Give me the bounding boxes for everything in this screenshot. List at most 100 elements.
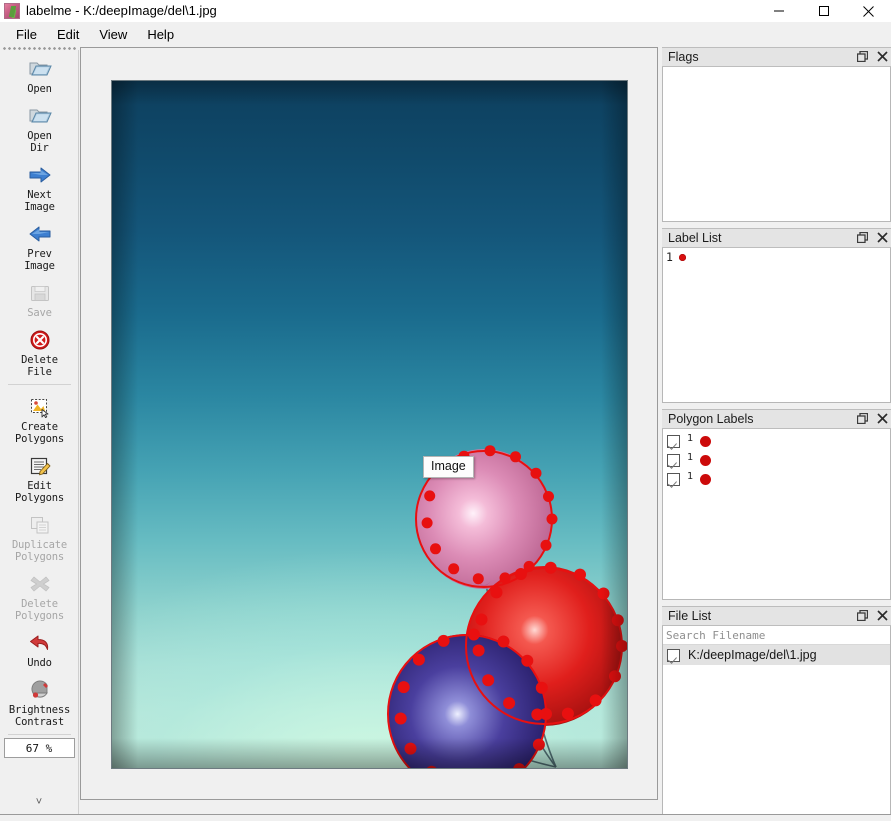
tool-label: Prev Image bbox=[24, 248, 55, 272]
image-frame: Image bbox=[112, 81, 627, 768]
tool-label: Brightness Contrast bbox=[9, 704, 70, 728]
table-row[interactable]: 1 bbox=[663, 451, 890, 470]
delete-polygons-icon bbox=[27, 571, 53, 597]
label-name: 1 bbox=[687, 471, 693, 482]
tool-edit-polygons[interactable]: Edit Polygons bbox=[0, 447, 79, 506]
window-title: labelme - K:/deepImage/del\1.jpg bbox=[26, 2, 217, 20]
table-row[interactable]: 1 bbox=[663, 432, 890, 451]
edit-polygons-icon bbox=[27, 453, 53, 479]
label-color-dot bbox=[700, 436, 711, 447]
search-input[interactable]: Search Filename bbox=[663, 626, 890, 645]
file-path: K:/deepImage/del\1.jpg bbox=[688, 648, 817, 662]
menu-bar: File Edit View Help bbox=[0, 22, 891, 46]
row-checkbox[interactable] bbox=[667, 454, 680, 467]
tool-duplicate-polygons: Duplicate Polygons bbox=[0, 506, 79, 565]
label-name: 1 bbox=[666, 250, 673, 264]
row-checkbox[interactable] bbox=[667, 435, 680, 448]
left-toolbar: Open Open Dir Next Image bbox=[0, 50, 79, 815]
brightness-contrast-icon bbox=[27, 677, 53, 703]
toolbar-separator bbox=[8, 384, 71, 385]
status-bar bbox=[0, 814, 891, 821]
panel-flags-header: Flags bbox=[662, 47, 891, 67]
image-tooltip: Image bbox=[423, 456, 474, 478]
close-icon[interactable] bbox=[846, 0, 891, 22]
tool-label: Open Dir bbox=[27, 130, 52, 154]
toolbar-overflow-chevron-down-icon[interactable]: ˅ bbox=[0, 797, 78, 807]
labelme-icon bbox=[4, 3, 20, 19]
row-checkbox[interactable] bbox=[667, 473, 680, 486]
title-bar: labelme - K:/deepImage/del\1.jpg bbox=[0, 0, 891, 22]
labelme-window: labelme - K:/deepImage/del\1.jpg File Ed… bbox=[0, 0, 891, 821]
delete-file-icon bbox=[27, 327, 53, 353]
menu-help[interactable]: Help bbox=[137, 24, 184, 45]
panel-polygon-labels-header: Polygon Labels bbox=[662, 409, 891, 429]
label-name: 1 bbox=[687, 452, 693, 463]
label-name: 1 bbox=[687, 433, 693, 444]
tool-brightness-contrast[interactable]: Brightness Contrast bbox=[0, 671, 79, 730]
zoom-level-input[interactable]: 67 % bbox=[4, 738, 75, 758]
panel-file-list-header: File List bbox=[662, 606, 891, 626]
panel-label-list-header: Label List bbox=[662, 228, 891, 248]
menu-edit[interactable]: Edit bbox=[47, 24, 89, 45]
float-panel-icon[interactable] bbox=[857, 49, 868, 67]
search-placeholder: Search Filename bbox=[666, 629, 765, 642]
menu-view[interactable]: View bbox=[89, 24, 137, 45]
tool-open[interactable]: Open bbox=[0, 50, 79, 97]
table-row[interactable]: 1 bbox=[663, 470, 890, 489]
arrow-right-icon bbox=[27, 162, 53, 188]
open-dir-icon bbox=[27, 103, 53, 129]
tool-label: Next Image bbox=[24, 189, 55, 213]
close-panel-icon[interactable] bbox=[877, 608, 888, 626]
tool-create-polygons[interactable]: Create Polygons bbox=[0, 388, 79, 447]
annotation-overlay[interactable] bbox=[112, 81, 627, 768]
arrow-left-icon bbox=[27, 221, 53, 247]
save-floppy-icon bbox=[27, 280, 53, 306]
list-item[interactable]: 1 bbox=[663, 248, 890, 266]
tool-label: Create Polygons bbox=[15, 421, 64, 445]
panel-title-text: Polygon Labels bbox=[668, 412, 753, 426]
row-checkbox[interactable] bbox=[667, 649, 680, 662]
panel-title-text: Flags bbox=[668, 50, 699, 64]
tool-label: Edit Polygons bbox=[15, 480, 64, 504]
balloon-photo: Image bbox=[112, 81, 627, 768]
panel-label-list: Label List 1 bbox=[662, 228, 891, 403]
list-item[interactable]: K:/deepImage/del\1.jpg bbox=[663, 645, 890, 665]
panel-polygon-labels-body[interactable]: 1 1 1 bbox=[662, 429, 891, 600]
right-dock: Flags Label List bbox=[662, 47, 891, 815]
tool-prev-image[interactable]: Prev Image bbox=[0, 215, 79, 274]
tool-label: Delete Polygons bbox=[15, 598, 64, 622]
panel-title-text: Label List bbox=[668, 231, 722, 245]
undo-arrow-icon bbox=[27, 630, 53, 656]
tool-delete-polygons: Delete Polygons bbox=[0, 565, 79, 624]
panel-polygon-labels: Polygon Labels 1 1 bbox=[662, 409, 891, 600]
create-polygons-icon bbox=[27, 394, 53, 420]
maximize-icon[interactable] bbox=[801, 0, 846, 22]
float-panel-icon[interactable] bbox=[857, 608, 868, 626]
label-color-dot bbox=[700, 474, 711, 485]
label-color-dot bbox=[700, 455, 711, 466]
open-folder-icon bbox=[27, 56, 53, 82]
close-panel-icon[interactable] bbox=[877, 411, 888, 429]
panel-title-text: File List bbox=[668, 609, 711, 623]
panel-label-list-body[interactable]: 1 bbox=[662, 248, 891, 403]
toolbar-separator-2 bbox=[8, 734, 71, 735]
float-panel-icon[interactable] bbox=[857, 230, 868, 248]
float-panel-icon[interactable] bbox=[857, 411, 868, 429]
duplicate-polygons-icon bbox=[27, 512, 53, 538]
tool-open-dir[interactable]: Open Dir bbox=[0, 97, 79, 156]
tool-label: Undo bbox=[27, 657, 52, 669]
panel-file-list-body[interactable]: Search Filename K:/deepImage/del\1.jpg bbox=[662, 626, 891, 821]
minimize-icon[interactable] bbox=[756, 0, 801, 22]
tool-delete-file[interactable]: Delete File bbox=[0, 321, 79, 380]
tool-undo[interactable]: Undo bbox=[0, 624, 79, 671]
menu-file[interactable]: File bbox=[6, 24, 47, 45]
close-panel-icon[interactable] bbox=[877, 230, 888, 248]
image-canvas-area[interactable]: Image bbox=[80, 47, 658, 800]
tool-label: Save bbox=[27, 307, 52, 319]
panel-flags-body[interactable] bbox=[662, 67, 891, 222]
panel-file-list: File List Search Filename K:/deepImage/d bbox=[662, 606, 891, 821]
close-panel-icon[interactable] bbox=[877, 49, 888, 67]
tool-save: Save bbox=[0, 274, 79, 321]
panel-flags: Flags bbox=[662, 47, 891, 222]
tool-next-image[interactable]: Next Image bbox=[0, 156, 79, 215]
